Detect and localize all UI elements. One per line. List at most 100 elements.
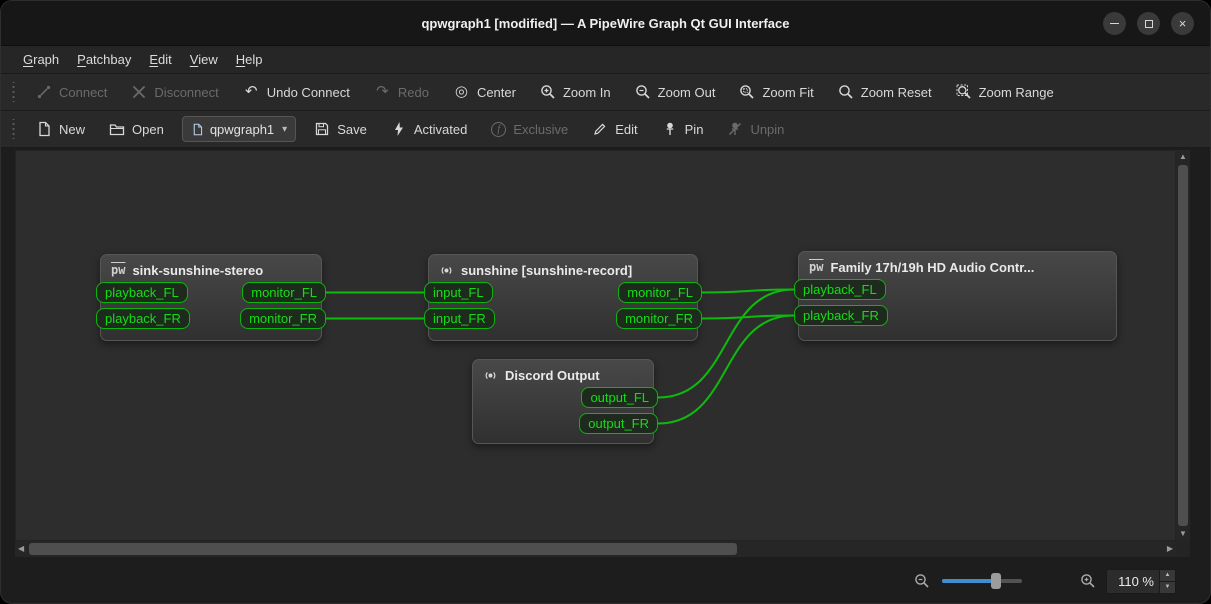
node-title: Family 17h/19h HD Audio Contr... bbox=[830, 260, 1034, 275]
zoom-slider-handle[interactable] bbox=[991, 573, 1001, 589]
minimize-button[interactable] bbox=[1103, 12, 1126, 35]
spin-arrows: ▲ ▼ bbox=[1159, 570, 1175, 593]
menu-view[interactable]: View bbox=[181, 49, 227, 70]
menu-help[interactable]: Help bbox=[227, 49, 272, 70]
port-output[interactable]: output_FR bbox=[579, 413, 658, 434]
chevron-down-icon: ▾ bbox=[282, 124, 287, 135]
scroll-left-arrow[interactable]: ◀ bbox=[18, 545, 24, 553]
graph-node-family[interactable]: pwFamily 17h/19h HD Audio Contr...playba… bbox=[798, 251, 1117, 341]
center-button[interactable]: ◎ Center bbox=[443, 78, 526, 106]
vertical-scrollbar: ▲ ▼ bbox=[1176, 150, 1190, 541]
toolbar-drag-handle[interactable] bbox=[11, 119, 16, 139]
zoom-fit-button[interactable]: Zoom Fit bbox=[729, 78, 823, 106]
statusbar: 110 % ▲ ▼ bbox=[1, 557, 1210, 604]
new-file-icon bbox=[36, 121, 52, 137]
center-icon: ◎ bbox=[453, 84, 470, 100]
scroll-up-arrow[interactable]: ▲ bbox=[1179, 153, 1187, 161]
lightning-icon bbox=[391, 121, 407, 137]
spin-up-button[interactable]: ▲ bbox=[1160, 570, 1175, 582]
zoom-out-button[interactable]: Zoom Out bbox=[625, 78, 726, 106]
maximize-icon bbox=[1145, 20, 1153, 28]
zoom-value[interactable]: 110 % bbox=[1107, 570, 1159, 593]
menubar: Graph Patchbay Edit View Help bbox=[1, 46, 1210, 74]
port-output[interactable]: monitor_FL bbox=[242, 282, 326, 303]
zoom-reset-button[interactable]: Zoom Reset bbox=[828, 78, 942, 106]
close-button[interactable]: × bbox=[1171, 12, 1194, 35]
horizontal-scrollbar: ◀ ▶ bbox=[15, 541, 1176, 557]
zoom-in-icon[interactable] bbox=[1080, 573, 1096, 589]
node-header: Discord Output bbox=[473, 360, 653, 383]
graph-node-sink[interactable]: pwsink-sunshine-stereoplayback_FLmonitor… bbox=[100, 254, 322, 341]
zoom-value-spinbox[interactable]: 110 % ▲ ▼ bbox=[1106, 569, 1176, 594]
exclusive-icon: f bbox=[491, 122, 506, 137]
node-title: sunshine [sunshine-record] bbox=[461, 263, 632, 278]
patchbay-file-name: qpwgraph1 bbox=[210, 122, 274, 137]
zoom-reset-icon bbox=[838, 84, 854, 100]
connect-button[interactable]: Connect bbox=[26, 78, 117, 106]
new-button[interactable]: New bbox=[26, 115, 95, 143]
zoom-slider-fill bbox=[942, 579, 996, 583]
save-button[interactable]: Save bbox=[304, 115, 377, 143]
menu-graph[interactable]: Graph bbox=[14, 49, 68, 70]
patchbay-file-icon bbox=[191, 123, 204, 136]
toolbar-drag-handle[interactable] bbox=[11, 82, 16, 102]
scroll-down-arrow[interactable]: ▼ bbox=[1179, 530, 1187, 538]
edit-button[interactable]: Edit bbox=[582, 115, 647, 143]
port-input[interactable]: playback_FL bbox=[794, 279, 886, 300]
patchbay-file-combobox[interactable]: qpwgraph1 ▾ bbox=[182, 116, 296, 142]
titlebar[interactable]: qpwgraph1 [modified] — A PipeWire Graph … bbox=[1, 1, 1210, 46]
open-button[interactable]: Open bbox=[99, 115, 174, 143]
port-input[interactable]: input_FL bbox=[424, 282, 493, 303]
app-window: qpwgraph1 [modified] — A PipeWire Graph … bbox=[0, 0, 1211, 604]
pencil-icon bbox=[592, 121, 608, 137]
record-icon bbox=[483, 368, 498, 383]
zoom-slider[interactable] bbox=[942, 573, 1022, 589]
zoom-out-icon bbox=[635, 84, 651, 100]
port-input[interactable]: playback_FL bbox=[96, 282, 188, 303]
zoom-fit-icon bbox=[739, 84, 755, 100]
spin-down-icon: ▼ bbox=[1165, 584, 1171, 590]
scroll-right-arrow[interactable]: ▶ bbox=[1167, 545, 1173, 553]
port-input[interactable]: input_FR bbox=[424, 308, 495, 329]
zoom-out-icon[interactable] bbox=[914, 573, 930, 589]
node-header: sunshine [sunshine-record] bbox=[429, 255, 697, 278]
menu-edit[interactable]: Edit bbox=[140, 49, 180, 70]
scrollbar-corner bbox=[1176, 541, 1190, 557]
node-header: pwsink-sunshine-stereo bbox=[101, 255, 321, 278]
port-output[interactable]: output_FL bbox=[581, 387, 658, 408]
record-icon bbox=[439, 263, 454, 278]
exclusive-button[interactable]: f Exclusive bbox=[481, 115, 578, 143]
vertical-scroll-thumb[interactable] bbox=[1178, 165, 1188, 526]
zoom-in-button[interactable]: Zoom In bbox=[530, 78, 621, 106]
menu-patchbay[interactable]: Patchbay bbox=[68, 49, 140, 70]
node-title: sink-sunshine-stereo bbox=[132, 263, 263, 278]
save-icon bbox=[314, 121, 330, 137]
redo-button[interactable]: ↷ Redo bbox=[364, 78, 439, 106]
pin-button[interactable]: Pin bbox=[652, 115, 714, 143]
graph-node-discord[interactable]: Discord Outputoutput_FLoutput_FR bbox=[472, 359, 654, 444]
port-input[interactable]: playback_FR bbox=[96, 308, 190, 329]
port-output[interactable]: monitor_FR bbox=[240, 308, 326, 329]
close-icon: × bbox=[1179, 16, 1187, 31]
graph-node-sunshine[interactable]: sunshine [sunshine-record]input_FLmonito… bbox=[428, 254, 698, 341]
maximize-button[interactable] bbox=[1137, 12, 1160, 35]
canvas-region: pwsink-sunshine-stereoplayback_FLmonitor… bbox=[15, 150, 1190, 557]
spin-down-button[interactable]: ▼ bbox=[1160, 582, 1175, 593]
port-output[interactable]: monitor_FR bbox=[616, 308, 702, 329]
activated-button[interactable]: Activated bbox=[381, 115, 477, 143]
redo-icon: ↷ bbox=[374, 84, 391, 100]
toolbar-graph: Connect Disconnect ↶ Undo Connect ↷ Redo… bbox=[1, 74, 1210, 111]
pipewire-icon: pw bbox=[809, 260, 823, 274]
node-title: Discord Output bbox=[505, 368, 600, 383]
pin-icon bbox=[662, 121, 678, 137]
zoom-in-icon bbox=[540, 84, 556, 100]
horizontal-scroll-thumb[interactable] bbox=[29, 543, 737, 555]
undo-connect-button[interactable]: ↶ Undo Connect bbox=[233, 78, 360, 106]
disconnect-button[interactable]: Disconnect bbox=[121, 78, 228, 106]
port-output[interactable]: monitor_FL bbox=[618, 282, 702, 303]
window-controls: × bbox=[1103, 1, 1194, 46]
port-input[interactable]: playback_FR bbox=[794, 305, 888, 326]
zoom-range-button[interactable]: Zoom Range bbox=[946, 78, 1064, 106]
graph-canvas[interactable]: pwsink-sunshine-stereoplayback_FLmonitor… bbox=[15, 150, 1176, 541]
unpin-button[interactable]: Unpin bbox=[717, 115, 794, 143]
